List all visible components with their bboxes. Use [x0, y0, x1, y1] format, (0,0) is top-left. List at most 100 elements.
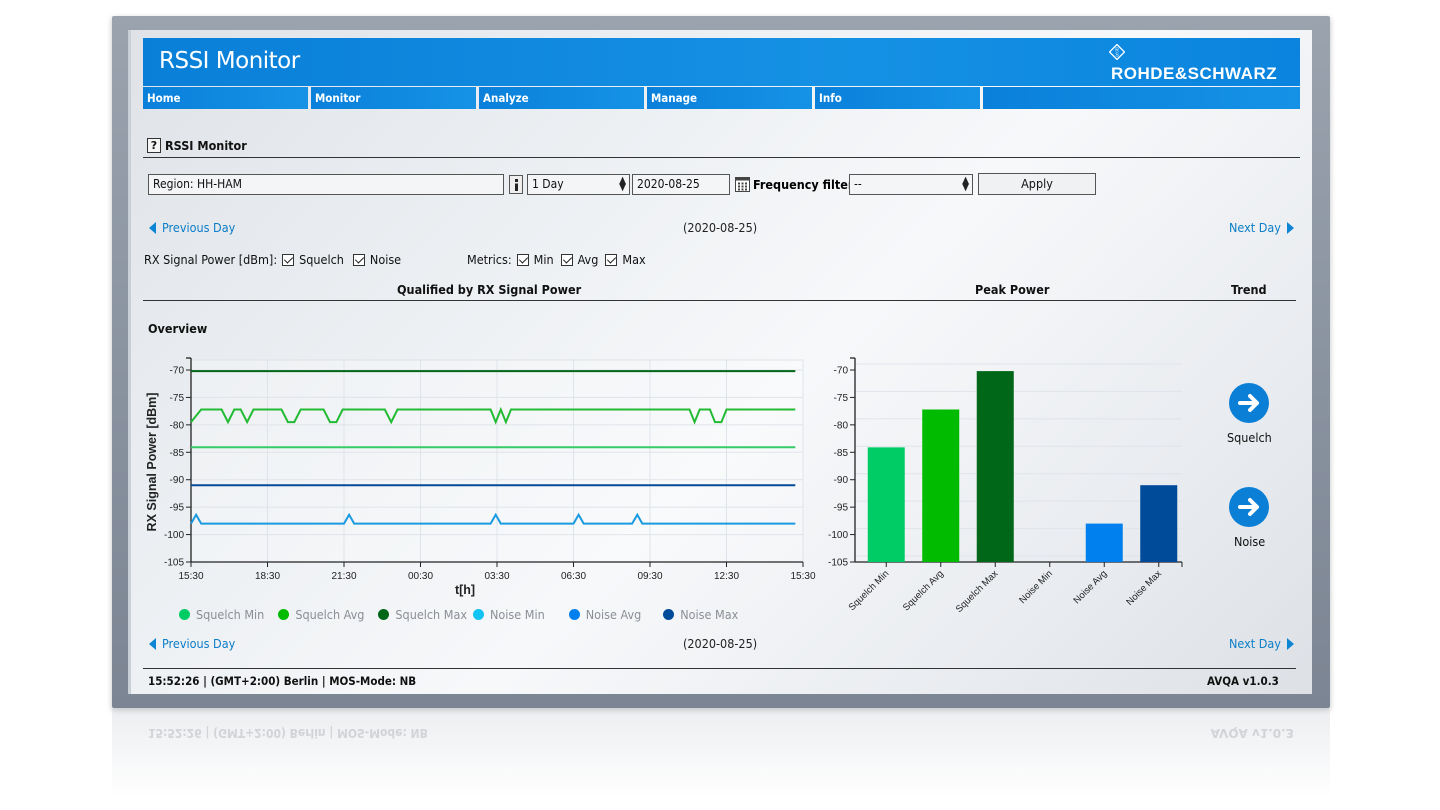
period-select[interactable]: 1 Day ▲ ▼ [527, 174, 630, 195]
select-arrows-icon: ▲ ▼ [619, 175, 626, 193]
legend-dot [663, 609, 675, 620]
legend-label: Noise Min [490, 607, 545, 622]
peak-power-bar-chart: -70-75-80-85-90-95-100-105Squelch Min Squ… [828, 357, 1183, 615]
next-day-link-top[interactable]: Next Day [1229, 220, 1294, 235]
x-tick-label: 18:30 [255, 571, 280, 582]
x-tick-label: 15:30 [178, 571, 203, 582]
overview-line-chart: -70 -75 -80 -85 -90 -95 -100 -105 15:30 18:30 21:3… [145, 357, 816, 597]
nav-analyze[interactable]: Analyze [479, 87, 644, 109]
legend-item-squelch-max[interactable]: Squelch Max [378, 607, 467, 622]
metrics-label: Metrics: [467, 252, 512, 267]
y-axis-label: RX Signal Power [dBm] [145, 393, 159, 532]
y-tick-label: -70 [170, 366, 185, 377]
arrow-right-circle-icon [1238, 394, 1259, 412]
legend-item-noise-min[interactable]: Noise Min [473, 607, 545, 622]
title-divider [143, 157, 1300, 158]
legend-item-noise-max[interactable]: Noise Max [663, 607, 738, 622]
brand-logo: R S ROHDE&SCHWARZ [1109, 44, 1286, 84]
qualified-column-header: Qualified by RX Signal Power [397, 282, 582, 297]
apply-button[interactable]: Apply [978, 173, 1096, 195]
nav-info[interactable]: Info [815, 87, 980, 109]
y-tick-label: -95 [834, 503, 849, 514]
arrow-left-icon [149, 637, 156, 650]
noise-trend-button[interactable] [1229, 487, 1269, 527]
frequency-filter-select[interactable]: -- ▲ ▼ [849, 174, 973, 195]
x-tick-label: 00:30 [408, 571, 433, 582]
date-field[interactable]: 2020-08-25 [632, 174, 730, 195]
trend-column-header: Trend [1231, 282, 1267, 297]
region-picker-button[interactable] [509, 175, 523, 194]
legend-dot [278, 609, 290, 620]
bar-squelch-min [867, 447, 905, 562]
squelch-trend-button[interactable] [1229, 383, 1269, 423]
y-tick-label: -75 [170, 393, 185, 404]
legend-item-squelch-avg[interactable]: Squelch Avg [278, 607, 364, 622]
page-title: ? RSSI Monitor [147, 138, 247, 153]
avg-checkbox[interactable] [560, 253, 573, 266]
squelch-checkbox-label: Squelch [299, 252, 344, 267]
previous-day-label: Previous Day [162, 636, 236, 651]
signal-filters: RX Signal Power [dBm]: Squelch Noise [144, 252, 401, 267]
calendar-icon[interactable] [735, 177, 750, 192]
peak-column-header: Peak Power [975, 282, 1050, 297]
x-tick-label: 09:30 [637, 571, 662, 582]
x-tick-label: 12:30 [714, 571, 739, 582]
bar-noise-avg [1085, 523, 1123, 562]
status-bar: 15:52:26 | (GMT+2:00) Berlin | MOS-Mode:… [148, 674, 417, 688]
min-checkbox-label: Min [533, 252, 554, 267]
period-select-value: 1 Day [532, 177, 564, 191]
app-header: RSSI Monitor R S ROHDE&SCHWARZ [143, 38, 1300, 86]
legend-dot [473, 609, 484, 620]
y-tick-label: -90 [834, 475, 849, 486]
legend-item-noise-avg[interactable]: Noise Avg [568, 607, 642, 622]
y-tick-label: -80 [170, 420, 185, 431]
y-tick-label: -95 [170, 503, 185, 514]
reflection-text: 15:52:26 | (GMT+2:00) Berlin | MOS-Mode:… [148, 726, 428, 740]
avg-checkbox-label: Avg [577, 252, 599, 267]
y-tick-label: -75 [834, 393, 849, 404]
frequency-filter-value: -- [854, 177, 862, 191]
y-tick-label: -70 [834, 366, 849, 377]
select-arrows-icon: ▲ ▼ [962, 175, 969, 193]
max-checkbox[interactable] [605, 253, 618, 266]
help-icon[interactable]: ? [147, 138, 161, 153]
nav-manage[interactable]: Manage [647, 87, 812, 109]
x-tick-label: 21:30 [331, 571, 356, 582]
legend-item-squelch-min[interactable]: Squelch Min [179, 607, 264, 622]
app-window: RSSI Monitor R S ROHDE&SCHWARZ Home Moni… [143, 38, 1300, 693]
squelch-trend-label: Squelch [1227, 430, 1272, 445]
column-divider [143, 300, 1296, 301]
footer-divider [143, 668, 1296, 669]
noise-checkbox[interactable] [352, 253, 365, 266]
legend-label: Squelch Max [395, 607, 467, 622]
overview-label: Overview [148, 321, 208, 336]
legend-label: Squelch Avg [295, 607, 365, 622]
nav-monitor[interactable]: Monitor [311, 87, 476, 109]
y-tick-label: -90 [170, 475, 185, 486]
x-tick-label: Noise Max [1124, 568, 1164, 608]
min-checkbox[interactable] [516, 253, 529, 266]
previous-day-link-top[interactable]: Previous Day [149, 220, 235, 235]
y-tick-label: -80 [834, 420, 849, 431]
next-day-label: Next Day [1229, 220, 1281, 235]
chart-legend: Squelch Min Squelch Avg Squelch Max Nois… [179, 607, 738, 622]
y-tick-label: -85 [170, 448, 185, 459]
region-field[interactable]: Region: HH-HAM [148, 174, 504, 195]
y-tick-label: -100 [828, 530, 848, 541]
version-label: AVQA v1.0.3 [1207, 674, 1279, 688]
nav-home[interactable]: Home [143, 87, 308, 109]
next-day-link-bottom[interactable]: Next Day [1229, 636, 1294, 651]
y-tick-label: -85 [834, 448, 849, 459]
x-tick-label: Noise Avg [1071, 568, 1109, 606]
nav-empty [983, 87, 1300, 109]
legend-label: Noise Avg [585, 607, 642, 622]
bar-squelch-max [976, 371, 1014, 562]
arrow-left-icon [149, 221, 156, 234]
current-date-bottom: (2020-08-25) [683, 636, 758, 651]
noise-trend-label: Noise [1234, 534, 1266, 549]
squelch-checkbox[interactable] [282, 253, 295, 266]
main-nav: Home Monitor Analyze Manage Info [143, 87, 1300, 109]
legend-dot [378, 609, 390, 620]
x-axis-label: t[h] [455, 583, 475, 597]
previous-day-link-bottom[interactable]: Previous Day [149, 636, 235, 651]
